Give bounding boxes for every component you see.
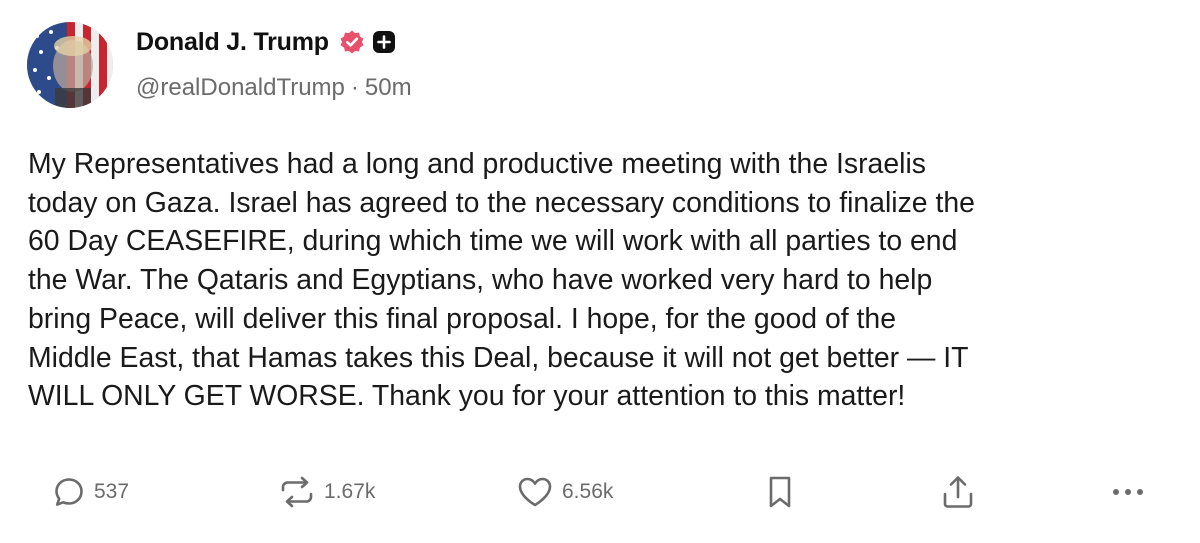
post-body-line: bring Peace, will deliver this final pro… [28, 302, 897, 335]
post-body-line: 60 Day CEASEFIRE, during which time we w… [28, 225, 958, 258]
post-timestamp[interactable]: 50m [365, 74, 412, 102]
repost-count: 1.67k [324, 480, 376, 503]
like-count: 6.56k [562, 480, 614, 503]
post-body-line: WILL ONLY GET WORSE. Thank you for your … [28, 380, 906, 413]
reply-bubble-icon [55, 478, 83, 506]
meta-separator: · [350, 74, 359, 101]
like-button[interactable]: 6.56k [516, 470, 613, 514]
repost-arrows-icon [281, 476, 313, 508]
post-body-line: My Representatives had a long and produc… [28, 148, 926, 180]
share-upload-icon [943, 476, 973, 508]
more-dots-icon [1113, 489, 1143, 495]
flag-portrait-avatar-image [27, 22, 113, 108]
author-display-name[interactable]: Donald J. Trump [136, 28, 329, 57]
reply-count: 537 [94, 480, 130, 503]
share-button[interactable] [940, 470, 976, 514]
author-row: Donald J. Trump [136, 26, 396, 58]
repost-button[interactable]: 1.67k [278, 470, 375, 514]
plus-badge-icon [372, 30, 396, 54]
post-body: My Representatives had a long and produc… [28, 145, 1193, 416]
bookmark-button[interactable] [764, 470, 796, 514]
avatar[interactable] [27, 22, 113, 108]
heart-icon [518, 477, 552, 507]
author-meta: @realDonaldTrump · 50m [136, 74, 412, 102]
reply-button[interactable]: 537 [52, 470, 129, 514]
post-body-line: today on Gaza. Israel has agreed to the … [28, 186, 975, 219]
action-bar: 537 1.67k 6.56k [0, 470, 1200, 514]
post-body-line: Middle East, that Hamas takes this Deal,… [28, 341, 969, 374]
bookmark-icon [769, 476, 791, 508]
post-body-line: the War. The Qataris and Egyptians, who … [28, 264, 933, 297]
verified-badge-icon [339, 29, 365, 55]
author-handle[interactable]: @realDonaldTrump [136, 74, 345, 102]
post-card: Donald J. Trump @realDonaldTrump · 50m M… [0, 0, 1200, 543]
more-options-button[interactable] [1110, 470, 1146, 514]
